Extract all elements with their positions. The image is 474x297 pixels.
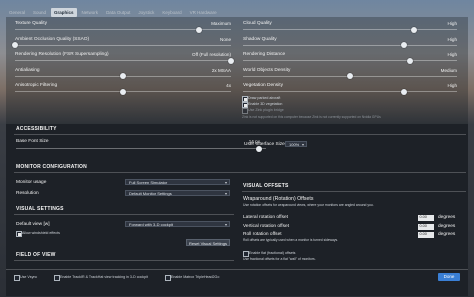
chevron-down-icon: ▾: [224, 180, 227, 185]
lateral-offset-label: Lateral rotation offset: [243, 215, 288, 220]
resolution-dropdown[interactable]: Default Monitor Settings ▾: [125, 190, 230, 196]
ui-size-value: 100%: [289, 142, 300, 147]
tab-network[interactable]: Network: [79, 8, 102, 17]
graphics_left-label-2: Rendering Resolution (FSR Supersampling): [15, 52, 109, 57]
tab-vr-hardware[interactable]: VR Hardware: [187, 8, 220, 17]
graphics_right-slider-handle-2[interactable]: [406, 57, 413, 64]
chevron-down-icon: ▾: [301, 142, 304, 147]
reset-visual-settings-button[interactable]: Reset Visual Settings: [186, 239, 230, 246]
graphics_left-slider-handle-1[interactable]: [12, 42, 18, 49]
graphics_right-track-1[interactable]: [243, 44, 457, 46]
tab-sound[interactable]: Sound: [30, 8, 49, 17]
resolution-value: Default Monitor Settings: [129, 191, 172, 196]
graphics_left-slider-handle-4[interactable]: [120, 88, 126, 95]
tab-joystick[interactable]: Joystick: [135, 8, 157, 17]
default-view-label: Default view [w]: [16, 222, 50, 227]
graphics_right-value-1: High: [447, 36, 457, 42]
default-view-dropdown[interactable]: Forward with 3-D cockpit ▾: [125, 221, 230, 227]
graphics_left-label-1: Ambient Occlusion Quality (SSAO): [15, 36, 90, 42]
flat-offsets-description: Use fractional offsets for a flat "wall"…: [243, 257, 316, 261]
vertical-offset-input[interactable]: 0.00: [418, 224, 434, 230]
monitor-configuration-title: MONITOR CONFIGURATION: [16, 164, 87, 170]
monitor-divider: [14, 172, 466, 173]
base-font-size-track[interactable]: [16, 148, 266, 150]
flat-offsets-label: Enable flat (fractional) offsets: [249, 251, 296, 255]
visual-settings-divider: [14, 214, 234, 215]
graphics_right-label-2: Rendering Distance: [243, 52, 286, 57]
zink-label: Use Zink plugin bridge: [248, 108, 284, 112]
draw-parked-aircraft-label: Draw parked aircraft: [248, 96, 281, 100]
graphics_left-slider-handle-3[interactable]: [120, 73, 126, 80]
graphics_right-value-3: Medium: [440, 67, 457, 73]
ui-size-dropdown[interactable]: 100% ▾: [285, 141, 307, 147]
monitor-usage-label: Monitor usage: [16, 180, 47, 185]
graphics_right-label-0: Cloud Quality: [243, 21, 272, 26]
graphics_left-label-3: Antialiasing: [15, 67, 40, 73]
zink-note: Zink is not supported on this computer b…: [242, 115, 381, 119]
graphics_right-label-4: Vegetation Density: [243, 83, 284, 88]
tab-keyboard[interactable]: Keyboard: [159, 8, 184, 17]
graphics_right-label-3: World Objects Density: [243, 67, 291, 73]
field-of-view-divider: [14, 260, 234, 261]
tab-graphics[interactable]: Graphics: [51, 8, 77, 17]
field-of-view-title: FIELD OF VIEW: [16, 252, 56, 258]
lateral-offset-input[interactable]: 0.00: [418, 215, 434, 221]
trackir-label: Enable TrackIR & TrackHat view tracking …: [60, 275, 148, 279]
accessibility-divider: [14, 134, 466, 135]
graphics_right-value-4: High: [447, 83, 457, 88]
roll-offset-label: Roll rotation offset: [243, 232, 282, 237]
roll-offset-input[interactable]: 0.00: [418, 232, 434, 238]
graphics_left-label-4: Anisotropic Filtering: [15, 83, 58, 88]
lateral-offset-unit: degrees: [438, 215, 456, 220]
graphics_left-slider-handle-2[interactable]: [228, 57, 234, 64]
chevron-down-icon: ▾: [224, 191, 227, 196]
resolution-label: Resolution: [16, 191, 39, 196]
bottom-divider: [6, 269, 468, 270]
monitor-usage-value: Full Screen Simulator: [129, 180, 168, 185]
lower-settings-area: [6, 124, 468, 296]
graphics_left-value-4: 4x: [226, 83, 231, 88]
base-font-size-label: Base Font Size: [16, 139, 49, 144]
enable-3d-vegetation-label: Enable 3D vegetation: [248, 102, 283, 106]
chevron-down-icon: ▾: [224, 222, 227, 227]
graphics_left-value-2: Off (Full resolution): [192, 52, 231, 57]
graphics_right-slider-handle-0[interactable]: [411, 26, 418, 33]
vsync-label: Use Vsync: [20, 275, 38, 279]
graphics_left-label-0: Texture Quality: [15, 21, 47, 26]
default-view-value: Forward with 3-D cockpit: [129, 222, 174, 227]
tab-general[interactable]: General: [6, 8, 28, 17]
roll-offset-unit: degrees: [438, 232, 456, 237]
graphics_right-value-2: High: [447, 52, 457, 57]
tab-data-output[interactable]: Data Output: [103, 8, 133, 17]
graphics_right-track-0[interactable]: [243, 29, 457, 31]
graphics_left-track-2[interactable]: [15, 60, 231, 62]
settings-tabs: General Sound Graphics Network Data Outp…: [6, 8, 220, 17]
visual-settings-title: VISUAL SETTINGS: [16, 206, 64, 212]
graphics_right-track-2[interactable]: [243, 60, 457, 62]
graphics_left-slider-handle-0[interactable]: [195, 26, 202, 33]
vertical-offset-label: Vertical rotation offset: [243, 224, 290, 229]
graphics_right-track-4[interactable]: [243, 91, 457, 93]
monitor-usage-dropdown[interactable]: Full Screen Simulator ▾: [125, 179, 230, 185]
wraparound-offsets-description: Use rotation offsets for wraparound view…: [243, 203, 374, 207]
roll-offset-note: Roll offsets are typically used when a m…: [243, 238, 339, 242]
graphics_right-label-1: Shadow Quality: [243, 36, 277, 42]
graphics_right-slider-handle-4[interactable]: [400, 88, 407, 95]
windshield-effects-label: Allow windshield effects: [22, 231, 60, 235]
graphics_right-value-0: High: [447, 21, 457, 26]
graphics_right-slider-handle-3[interactable]: [347, 73, 353, 80]
visual-offsets-divider: [242, 191, 466, 192]
graphics_left-value-0: Maximum: [211, 21, 231, 26]
graphics_left-value-1: None: [220, 36, 231, 42]
graphics_left-value-3: 2x MSAA: [211, 67, 231, 73]
graphics_left-track-1[interactable]: [15, 44, 231, 46]
matrox-label: Enable Matrox TripleHead2Go: [171, 275, 220, 279]
ui-size-label: User Interface Size: [244, 142, 285, 147]
vertical-offset-unit: degrees: [438, 224, 456, 229]
done-button[interactable]: Done: [438, 273, 460, 281]
wraparound-offsets-title: Wraparound (Rotation) Offsets: [243, 196, 314, 202]
visual-offsets-title: VISUAL OFFSETS: [243, 183, 289, 189]
accessibility-title: ACCESSIBILITY: [16, 126, 57, 132]
graphics_right-slider-handle-1[interactable]: [400, 42, 407, 49]
